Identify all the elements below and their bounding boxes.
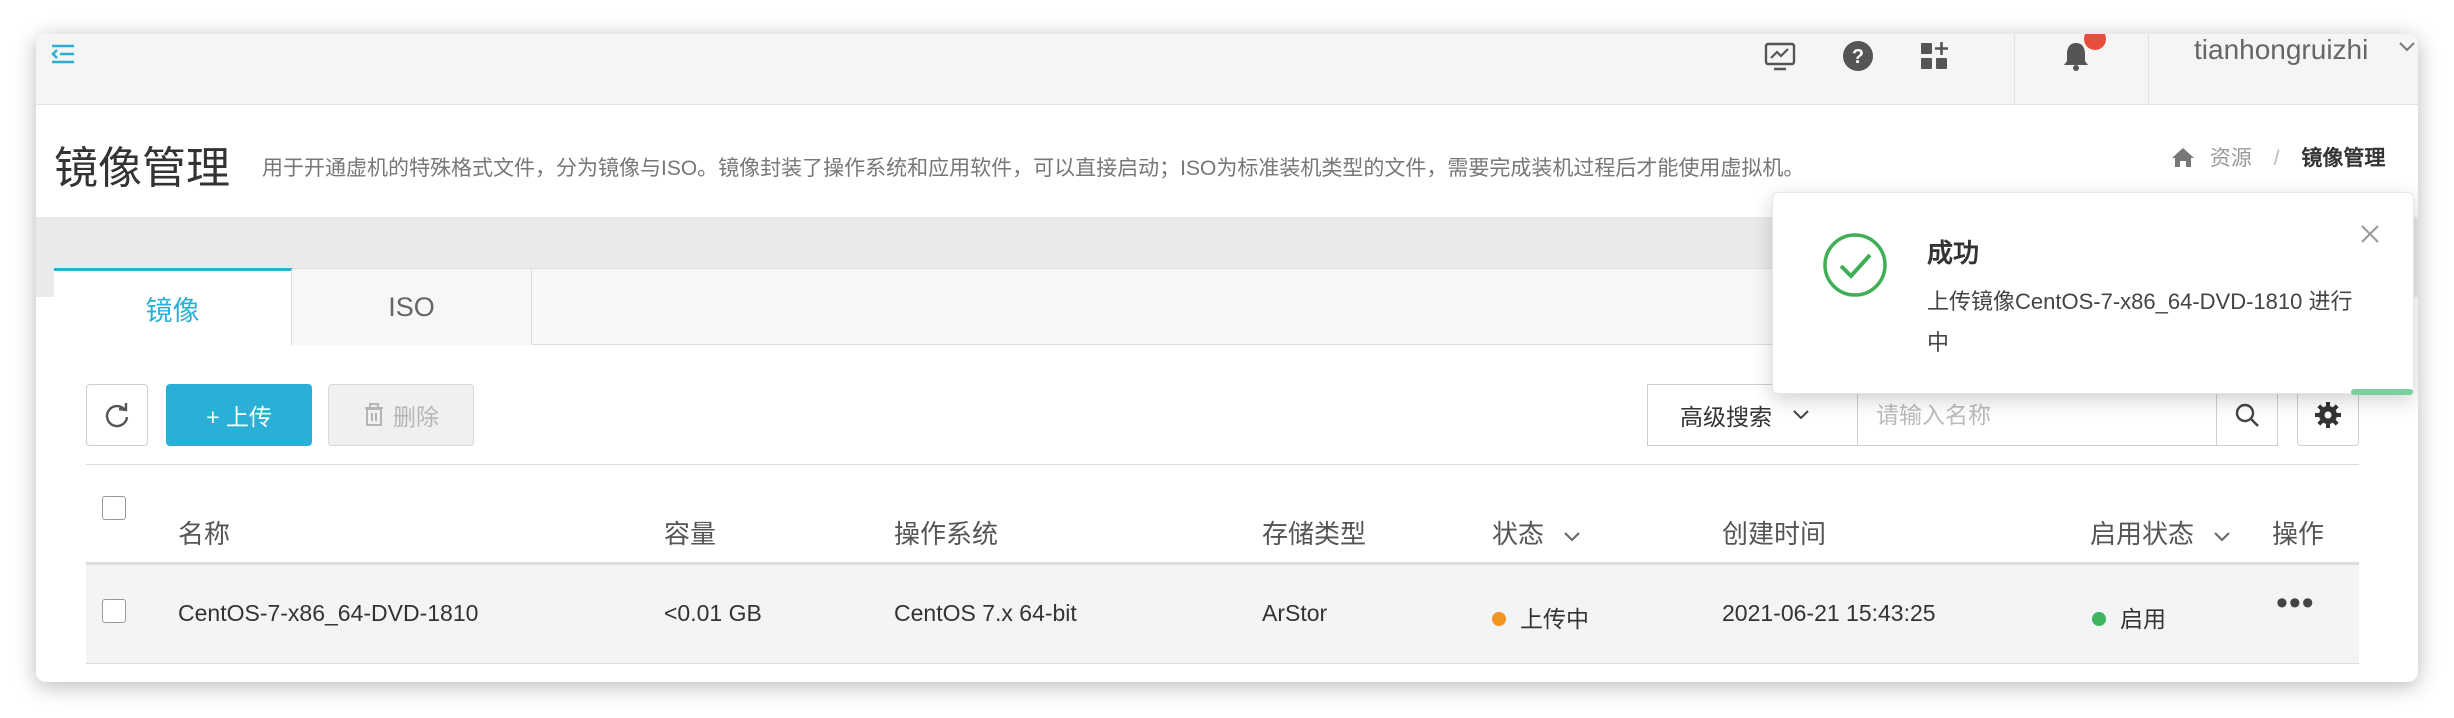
refresh-button[interactable] — [86, 384, 148, 446]
row-checkbox[interactable] — [102, 599, 126, 623]
column-header-status[interactable]: 状态 — [1492, 514, 1581, 551]
cell-status: 上传中 — [1492, 600, 1589, 634]
breadcrumb-separator: / — [2273, 147, 2280, 170]
check-circle-icon — [1823, 233, 1887, 297]
cell-created: 2021-06-21 15:43:25 — [1722, 600, 1936, 626]
monitor-icon[interactable] — [1762, 38, 1798, 74]
close-icon[interactable] — [2359, 223, 2381, 245]
column-header-name: 名称 — [178, 519, 231, 549]
tab-strip — [532, 268, 1862, 345]
main-window: ? tianhongruizhi 镜像管理 用于开通虚机的特殊格式文件，分为镜像… — [36, 34, 2418, 682]
breadcrumb-current: 镜像管理 — [2301, 147, 2386, 170]
column-header-enabled[interactable]: 启用状态 — [2090, 514, 2231, 551]
chevron-down-icon — [1793, 410, 1809, 420]
cell-enabled: 启用 — [2092, 600, 2166, 634]
breadcrumb-home[interactable]: 资源 — [2210, 147, 2252, 170]
column-header-enabled-label: 启用状态 — [2090, 519, 2195, 549]
gear-icon — [2315, 402, 2341, 428]
search-icon — [2235, 403, 2259, 427]
enabled-dot — [2092, 611, 2106, 626]
toast-title: 成功 — [1927, 238, 1980, 268]
more-actions-icon[interactable]: ••• — [2276, 584, 2315, 623]
cell-name[interactable]: CentOS-7-x86_64-DVD-1810 — [178, 600, 478, 627]
help-icon[interactable]: ? — [1840, 38, 1876, 74]
column-header-status-label: 状态 — [1492, 519, 1545, 549]
cell-storage: ArStor — [1262, 600, 1328, 626]
column-header-storage: 存储类型 — [1262, 519, 1367, 549]
cell-size: <0.01 GB — [664, 600, 762, 626]
page-description: 用于开通虚机的特殊格式文件，分为镜像与ISO。镜像封装了操作系统和应用软件，可以… — [262, 157, 1805, 180]
username[interactable]: tianhongruizhi — [2194, 34, 2368, 66]
select-all-checkbox[interactable] — [102, 496, 126, 520]
breadcrumb: 资源 / 镜像管理 — [2170, 142, 2385, 172]
status-dot — [1492, 611, 1506, 626]
advanced-search-label: 高级搜索 — [1680, 404, 1772, 430]
status-text: 上传中 — [1520, 606, 1589, 632]
toast-progress-bar — [2351, 389, 2413, 395]
top-bar: ? tianhongruizhi — [36, 34, 2418, 105]
tab-images[interactable]: 镜像 — [54, 268, 292, 345]
enabled-text: 启用 — [2120, 606, 2166, 632]
table-top-divider — [86, 464, 2359, 465]
column-header-size: 容量 — [664, 519, 717, 549]
chevron-down-icon[interactable] — [2398, 40, 2416, 54]
apps-icon[interactable] — [1916, 38, 1952, 74]
cell-os: CentOS 7.x 64-bit — [894, 600, 1077, 626]
tab-iso[interactable]: ISO — [292, 268, 532, 345]
column-header-os: 操作系统 — [894, 519, 999, 549]
refresh-icon — [105, 403, 129, 428]
column-header-actions: 操作 — [2272, 519, 2325, 549]
topbar-divider — [2148, 34, 2149, 104]
toast-message: 上传镜像CentOS-7-x86_64-DVD-1810 进行中 — [1927, 289, 2353, 355]
success-toast: 成功 上传镜像CentOS-7-x86_64-DVD-1810 进行中 — [1772, 192, 2414, 395]
chevron-down-icon — [1564, 532, 1580, 542]
menu-toggle-icon[interactable] — [50, 40, 78, 68]
notification-badge — [2084, 34, 2106, 50]
svg-text:?: ? — [1852, 46, 1864, 68]
topbar-divider — [2014, 34, 2015, 104]
home-icon — [2172, 148, 2194, 167]
delete-button-label: 删除 — [393, 404, 439, 430]
upload-button[interactable]: + 上传 — [166, 384, 312, 446]
trash-icon — [365, 403, 383, 426]
chevron-down-icon — [2214, 532, 2230, 542]
page-title: 镜像管理 — [54, 144, 230, 193]
column-header-created: 创建时间 — [1722, 519, 1827, 549]
delete-button[interactable]: 删除 — [328, 384, 474, 446]
